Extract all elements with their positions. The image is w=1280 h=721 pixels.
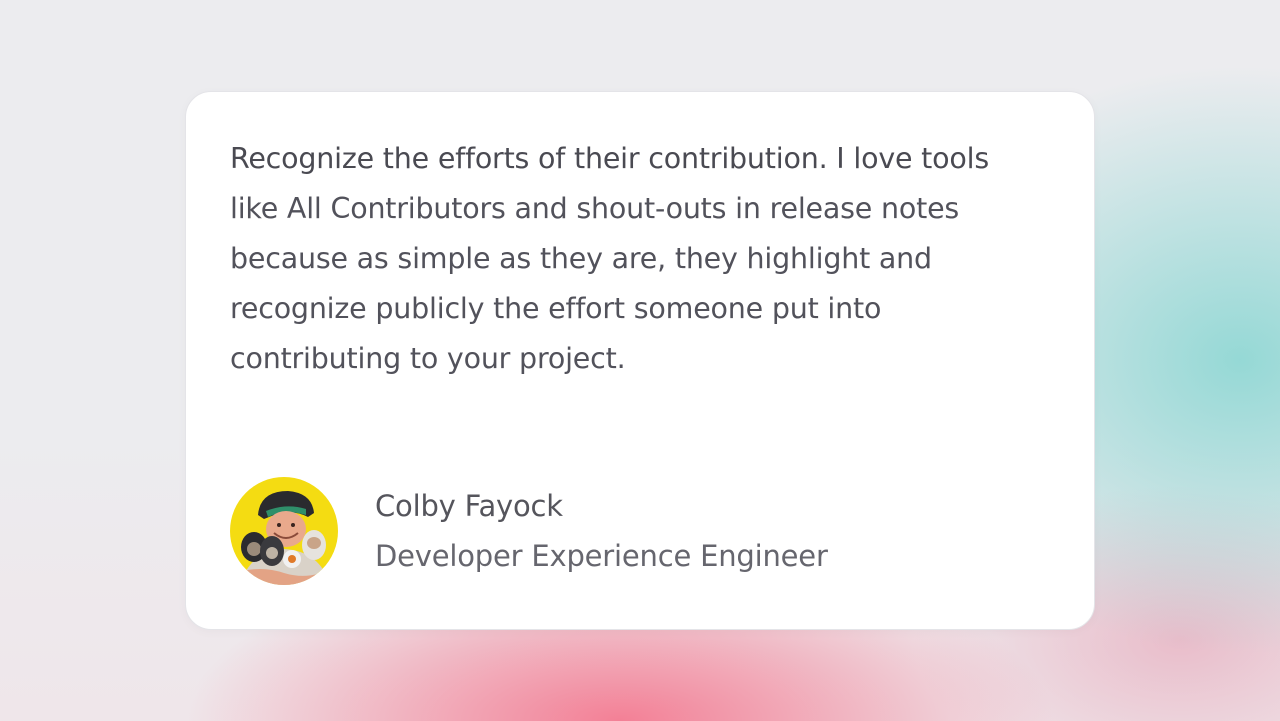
author-meta: Colby Fayock Developer Experience Engine… [375, 481, 828, 581]
avatar-photo-icon [230, 477, 338, 585]
author-block: Colby Fayock Developer Experience Engine… [230, 477, 828, 585]
quote-line: Recognize the efforts of their contribut… [230, 142, 989, 175]
testimonial-quote: Recognize the efforts of their contribut… [230, 134, 1060, 384]
quote-line: like All Contributors and shout-outs in … [230, 192, 960, 225]
quote-line: because as simple as they are, they high… [230, 242, 932, 275]
testimonial-card: Recognize the efforts of their contribut… [185, 91, 1095, 630]
author-name: Colby Fayock [375, 489, 563, 523]
quote-line: recognize publicly the effort someone pu… [230, 292, 882, 325]
author-role: Developer Experience Engineer [375, 539, 828, 573]
quote-line: contributing to your project. [230, 342, 626, 375]
avatar [230, 477, 338, 585]
